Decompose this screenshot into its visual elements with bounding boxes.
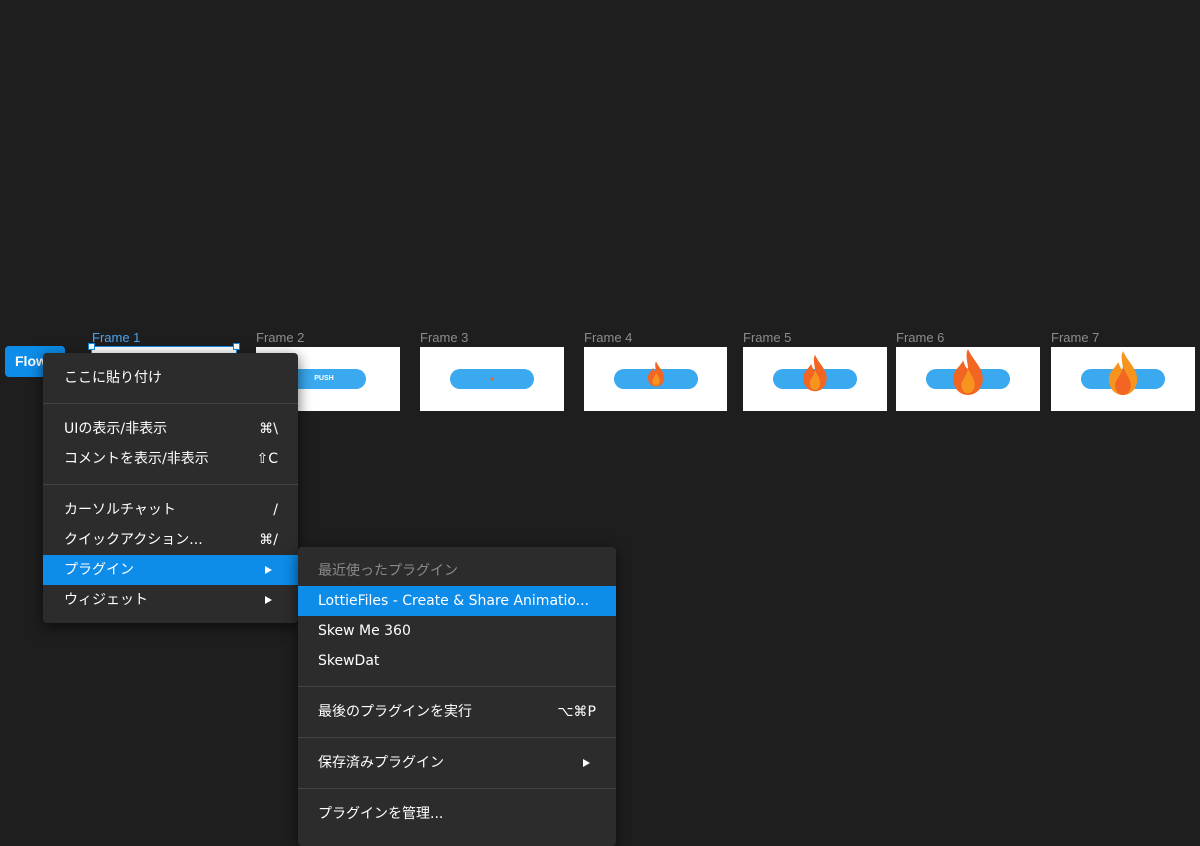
- menu-item-shortcut: ⇧C: [256, 451, 278, 467]
- menu-item-label: Skew Me 360: [318, 623, 411, 639]
- menu-item-label: UIの表示/非表示: [64, 421, 168, 437]
- flame-icon: [490, 377, 494, 381]
- menu-item-label: プラグインを管理...: [318, 806, 444, 822]
- submenu-arrow-icon: [265, 566, 272, 574]
- frame-6[interactable]: [896, 347, 1040, 411]
- menu-item-shortcut: ⌥⌘P: [557, 704, 596, 720]
- frame-7[interactable]: [1051, 347, 1195, 411]
- menu-divider: [298, 788, 616, 789]
- menu-item-plugins[interactable]: プラグイン: [43, 555, 298, 585]
- menu-item-label: コメントを表示/非表示: [64, 451, 209, 467]
- menu-item-cursor-chat[interactable]: カーソルチャット /: [43, 495, 298, 525]
- menu-item-label: クイックアクション...: [64, 532, 203, 548]
- menu-item-quick-actions[interactable]: クイックアクション... ⌘/: [43, 525, 298, 555]
- menu-item-label: ここに貼り付け: [64, 370, 162, 386]
- frame-4[interactable]: [584, 347, 727, 411]
- menu-item-run-last-plugin[interactable]: 最後のプラグインを実行 ⌥⌘P: [298, 697, 616, 727]
- frame-label-6[interactable]: Frame 6: [896, 330, 944, 345]
- menu-item-label: ウィジェット: [64, 592, 148, 608]
- flame-icon: [953, 349, 983, 395]
- plugin-submenu: 最近使ったプラグイン LottieFiles - Create & Share …: [298, 547, 616, 846]
- selection-handle[interactable]: [88, 343, 95, 350]
- menu-divider: [298, 686, 616, 687]
- menu-item-label: SkewDat: [318, 653, 380, 669]
- frame-label-1[interactable]: Frame 1: [92, 330, 140, 345]
- menu-item-shortcut: ⌘/: [259, 532, 278, 548]
- menu-item-shortcut: /: [273, 502, 278, 518]
- flame-icon: [647, 361, 664, 387]
- menu-item-saved-plugins[interactable]: 保存済みプラグイン: [298, 748, 616, 778]
- menu-item-manage-plugins[interactable]: プラグインを管理...: [298, 799, 616, 829]
- context-menu: ここに貼り付け UIの表示/非表示 ⌘\ コメントを表示/非表示 ⇧C カーソル…: [43, 353, 298, 623]
- frame-label-3[interactable]: Frame 3: [420, 330, 468, 345]
- frame-label-7[interactable]: Frame 7: [1051, 330, 1099, 345]
- menu-item-paste-here[interactable]: ここに貼り付け: [43, 363, 298, 393]
- menu-divider: [298, 737, 616, 738]
- plugin-item-skew-me-360[interactable]: Skew Me 360: [298, 616, 616, 646]
- menu-item-label: プラグイン: [64, 562, 134, 578]
- menu-item-shortcut: ⌘\: [259, 421, 278, 437]
- menu-item-toggle-ui[interactable]: UIの表示/非表示 ⌘\: [43, 414, 298, 444]
- submenu-arrow-icon: [265, 596, 272, 604]
- plugin-item-skewdat[interactable]: SkewDat: [298, 646, 616, 676]
- menu-item-widgets[interactable]: ウィジェット: [43, 585, 298, 615]
- flame-icon: [1108, 351, 1138, 395]
- submenu-arrow-icon: [583, 759, 590, 767]
- selection-handle[interactable]: [233, 343, 240, 350]
- flame-icon: [803, 354, 827, 392]
- frame-5[interactable]: [743, 347, 887, 411]
- menu-item-label: カーソルチャット: [64, 502, 176, 518]
- menu-item-label: LottieFiles - Create & Share Animatio...: [318, 593, 590, 609]
- frame-label-4[interactable]: Frame 4: [584, 330, 632, 345]
- frame-label-5[interactable]: Frame 5: [743, 330, 791, 345]
- menu-item-label: 最後のプラグインを実行: [318, 704, 472, 720]
- menu-item-toggle-comments[interactable]: コメントを表示/非表示 ⇧C: [43, 444, 298, 474]
- frame-label-2[interactable]: Frame 2: [256, 330, 304, 345]
- frame-3[interactable]: [420, 347, 564, 411]
- submenu-header-recent-plugins: 最近使ったプラグイン: [318, 563, 458, 579]
- canvas[interactable]: Frame 1 Frame 2 Frame 3 Frame 4 Frame 5 …: [0, 0, 1200, 846]
- menu-divider: [43, 484, 298, 485]
- plugin-item-lottiefiles[interactable]: LottieFiles - Create & Share Animatio...: [298, 586, 616, 616]
- menu-item-label: 保存済みプラグイン: [318, 755, 444, 771]
- menu-divider: [43, 403, 298, 404]
